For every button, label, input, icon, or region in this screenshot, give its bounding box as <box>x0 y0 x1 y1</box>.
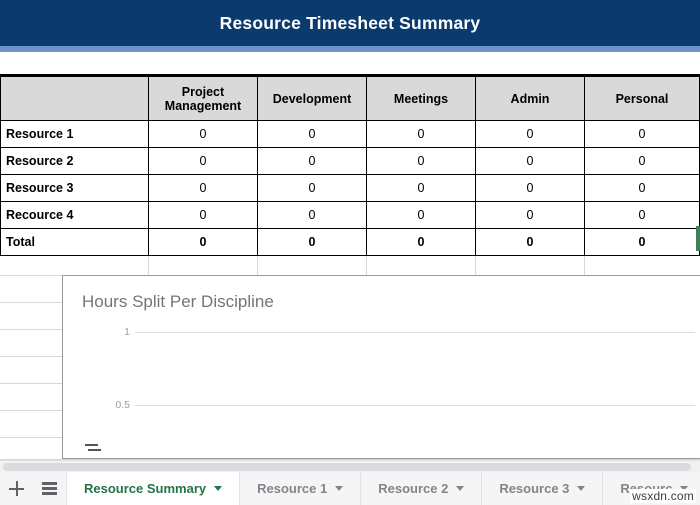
sheet-tab-label: Resource 3 <box>499 481 569 496</box>
cell-resource-1-development: 0 <box>258 121 367 148</box>
cell-resource-2-project-management: 0 <box>149 148 258 175</box>
cell-resource-4-personal: 0 <box>585 202 700 229</box>
row-label-resource-4: Recource 4 <box>1 202 149 229</box>
page-title: Resource Timesheet Summary <box>220 13 481 34</box>
chevron-down-icon[interactable] <box>335 486 343 491</box>
cell-resource-3-development: 0 <box>258 175 367 202</box>
column-header-personal: Personal <box>585 77 700 121</box>
cell-resource-2-personal: 0 <box>585 148 700 175</box>
selection-edge-marker <box>696 226 700 251</box>
cell-resource-2-development: 0 <box>258 148 367 175</box>
cell-total-personal: 0 <box>585 229 700 256</box>
cell-resource-4-development: 0 <box>258 202 367 229</box>
row-label-resource-1: Resource 1 <box>1 121 149 148</box>
horizontal-scrollbar[interactable] <box>0 460 700 472</box>
chart-gridline-0-5 <box>135 405 695 406</box>
row-label-total: Total <box>1 229 149 256</box>
chart-ytick-label-0-5: 0.5 <box>115 399 130 411</box>
table-header-row: Project Management Development Meetings … <box>1 77 700 121</box>
all-sheets-button[interactable] <box>33 472 66 505</box>
chart-title: Hours Split Per Discipline <box>82 292 274 312</box>
cell-total-project-management: 0 <box>149 229 258 256</box>
cell-resource-3-meetings: 0 <box>367 175 476 202</box>
chart-axis-marker-icon <box>85 442 101 454</box>
banner-gap-row <box>0 52 700 74</box>
cell-resource-1-project-management: 0 <box>149 121 258 148</box>
hamburger-icon <box>42 482 57 495</box>
add-sheet-button[interactable] <box>0 472 33 505</box>
cell-resource-4-admin: 0 <box>476 202 585 229</box>
chart-card[interactable]: Hours Split Per Discipline 1 0.5 <box>62 275 700 459</box>
sheet-tab-resource-3[interactable]: Resource 3 <box>482 472 603 505</box>
cell-resource-3-personal: 0 <box>585 175 700 202</box>
row-label-resource-3: Resource 3 <box>1 175 149 202</box>
cell-total-admin: 0 <box>476 229 585 256</box>
table-row: Resource 3 0 0 0 0 0 <box>1 175 700 202</box>
cell-resource-1-meetings: 0 <box>367 121 476 148</box>
cell-total-meetings: 0 <box>367 229 476 256</box>
cell-resource-2-meetings: 0 <box>367 148 476 175</box>
column-header-project-management: Project Management <box>149 77 258 121</box>
table-header: Project Management Development Meetings … <box>1 77 700 121</box>
table-row: Resource 1 0 0 0 0 0 <box>1 121 700 148</box>
column-header-development: Development <box>258 77 367 121</box>
cell-resource-2-admin: 0 <box>476 148 585 175</box>
table-corner-cell <box>1 77 149 121</box>
sheet-tab-label: Resource Summary <box>84 481 206 496</box>
report-title-banner: Resource Timesheet Summary <box>0 0 700 46</box>
sheet-tab-resource-2[interactable]: Resource 2 <box>361 472 482 505</box>
cell-resource-4-meetings: 0 <box>367 202 476 229</box>
horizontal-scrollbar-thumb[interactable] <box>3 463 691 471</box>
sheet-tab-label: Resource 1 <box>257 481 327 496</box>
sheet-tab-label: Resource 2 <box>378 481 448 496</box>
chevron-down-icon[interactable] <box>214 486 222 491</box>
table-body: Resource 1 0 0 0 0 0 Resource 2 0 0 0 0 … <box>1 121 700 256</box>
cell-total-development: 0 <box>258 229 367 256</box>
sheet-tab-resource-1[interactable]: Resource 1 <box>240 472 361 505</box>
cell-resource-1-personal: 0 <box>585 121 700 148</box>
cell-resource-3-project-management: 0 <box>149 175 258 202</box>
cell-resource-3-admin: 0 <box>476 175 585 202</box>
cell-resource-1-admin: 0 <box>476 121 585 148</box>
cell-resource-4-project-management: 0 <box>149 202 258 229</box>
table-row: Resource 2 0 0 0 0 0 <box>1 148 700 175</box>
resource-summary-table: Project Management Development Meetings … <box>0 76 700 256</box>
column-header-admin: Admin <box>476 77 585 121</box>
chevron-down-icon[interactable] <box>456 486 464 491</box>
chart-gridline-1 <box>135 332 695 333</box>
sheet-tab-bar: Resource Summary Resource 1 Resource 2 R… <box>0 472 700 505</box>
watermark: wsxdn.com <box>630 489 696 503</box>
chart-ytick-label-1: 1 <box>124 326 130 338</box>
table-row: Recource 4 0 0 0 0 0 <box>1 202 700 229</box>
column-header-meetings: Meetings <box>367 77 476 121</box>
row-label-resource-2: Resource 2 <box>1 148 149 175</box>
chevron-down-icon[interactable] <box>577 486 585 491</box>
table-total-row: Total 0 0 0 0 0 <box>1 229 700 256</box>
sheet-tab-resource-summary[interactable]: Resource Summary <box>66 472 240 505</box>
plus-icon <box>9 481 24 496</box>
